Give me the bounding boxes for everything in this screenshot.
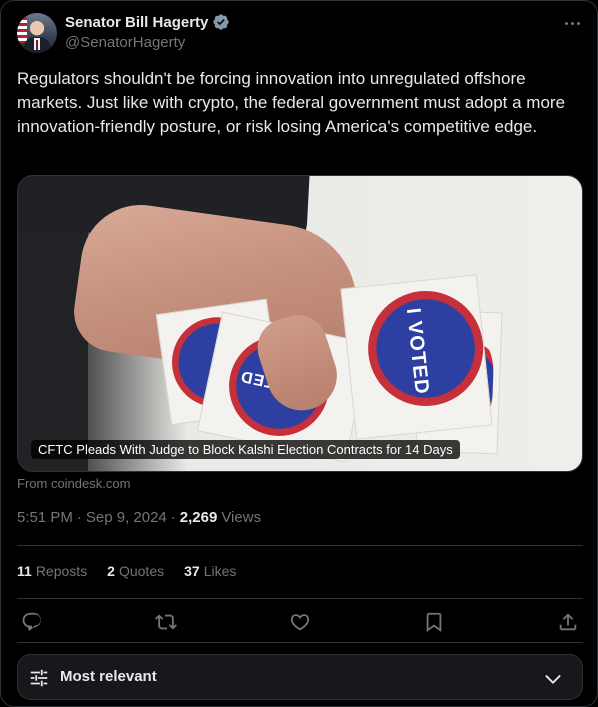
quotes-count: 2 [107, 563, 115, 579]
more-icon[interactable] [563, 15, 583, 31]
tweet-text: Regulators shouldn't be forcing innovati… [17, 69, 570, 136]
card-image-sticker: I VOTED [340, 274, 493, 440]
link-card[interactable]: I VOTED I VOTED CFTC Pleads With Judge t… [17, 175, 583, 472]
tweet-meta: 5:51 PM · Sep 9, 2024 · 2,269 Views [17, 509, 261, 526]
share-icon[interactable] [557, 611, 581, 635]
repost-icon[interactable] [155, 611, 179, 635]
author-name[interactable]: Senator Bill Hagerty [65, 14, 208, 31]
tweet-date[interactable]: Sep 9, 2024 [86, 509, 167, 526]
likes-stat[interactable]: 37 Likes [184, 563, 236, 579]
card-source[interactable]: From coindesk.com [17, 476, 130, 491]
card-caption[interactable]: CFTC Pleads With Judge to Block Kalshi E… [31, 440, 460, 459]
flag-decoration [17, 17, 27, 43]
quotes-label: Quotes [118, 563, 165, 579]
verified-badge-icon[interactable] [212, 13, 230, 31]
reply-icon[interactable] [21, 611, 45, 635]
tweet-time[interactable]: 5:51 PM [17, 509, 73, 526]
views-count: 2,269 [179, 509, 218, 526]
avatar-tie [36, 40, 38, 50]
bookmark-icon[interactable] [423, 611, 447, 635]
sliders-icon [28, 667, 50, 689]
reposts-stat[interactable]: 11 Reposts [17, 563, 87, 579]
likes-label: Likes [203, 563, 237, 579]
chevron-down-icon [542, 668, 564, 690]
sort-replies-dropdown[interactable]: Most relevant [17, 654, 583, 700]
reposts-count: 11 [17, 563, 32, 579]
tweet-stats: 11 Reposts 2 Quotes 37 Likes [17, 563, 236, 579]
views-label: Views [221, 509, 262, 526]
divider [17, 545, 583, 546]
author-handle[interactable]: @SenatorHagerty [65, 34, 185, 51]
meta-separator: · [170, 509, 176, 526]
likes-count: 37 [184, 563, 200, 579]
tweet-header: Senator Bill Hagerty @SenatorHagerty [17, 11, 583, 55]
divider [17, 642, 583, 643]
divider [17, 598, 583, 599]
sort-label: Most relevant [60, 668, 157, 685]
meta-separator: · [76, 509, 82, 526]
action-bar [21, 611, 581, 637]
tweet-container: Senator Bill Hagerty @SenatorHagerty Reg… [0, 0, 598, 707]
avatar[interactable] [17, 13, 57, 53]
quotes-stat[interactable]: 2 Quotes [107, 563, 164, 579]
author-name-row: Senator Bill Hagerty [65, 13, 230, 31]
reposts-label: Reposts [35, 563, 88, 579]
like-icon[interactable] [289, 611, 313, 635]
